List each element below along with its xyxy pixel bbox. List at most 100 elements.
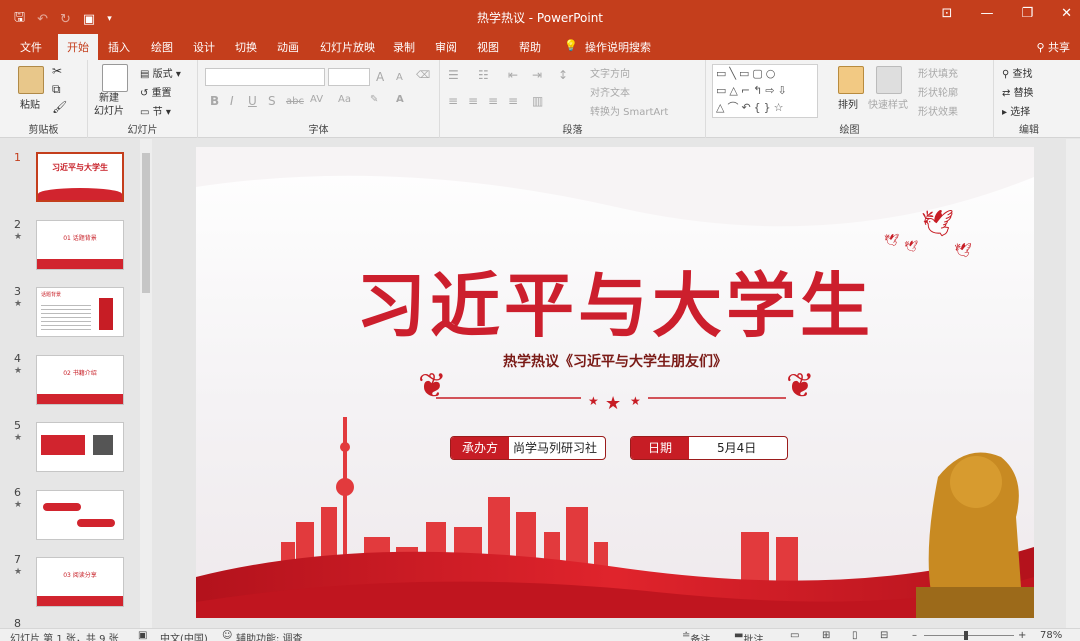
animation-star-icon: ★ xyxy=(14,500,23,510)
language-indicator[interactable]: 中文(中国) xyxy=(160,630,208,641)
tab-insert[interactable]: 插入 xyxy=(108,39,130,55)
reading-view-icon[interactable]: ▯ xyxy=(852,630,858,641)
current-slide[interactable]: ❦ ❦ ★ ★ ★ 🕊 🕊 🕊 🕊 习近平与大学生 热学热议《习近平与大学生朋友… xyxy=(196,147,1034,618)
slide-thumbnail-1[interactable]: 习近平与大学生 xyxy=(36,152,124,202)
underline-button[interactable]: U xyxy=(248,94,257,108)
shape-fill-button[interactable]: 形状填充 xyxy=(918,65,958,80)
columns-icon[interactable]: ▥ xyxy=(532,94,543,108)
format-painter-icon[interactable]: 🖌 xyxy=(52,100,67,114)
new-slide-button[interactable]: 新建 幻灯片 xyxy=(94,92,124,118)
slide-thumbnail-3[interactable]: 话题背景 xyxy=(36,287,124,337)
layout-button[interactable]: ▤ 版式 ▾ xyxy=(140,65,181,80)
organizer-field[interactable]: 承办方 尚学马列研习社 xyxy=(450,436,606,460)
change-case-button[interactable]: Aa xyxy=(338,94,351,105)
justify-icon[interactable]: ≡ xyxy=(508,94,518,108)
zoom-in-icon[interactable]: + xyxy=(1018,630,1026,641)
arrange-icon[interactable] xyxy=(838,66,864,94)
text-direction-button[interactable]: 文字方向 xyxy=(590,65,630,80)
tab-transitions[interactable]: 切换 xyxy=(235,39,257,55)
quick-styles-icon[interactable] xyxy=(876,66,902,94)
accessibility-status[interactable]: 辅助功能: 调查 xyxy=(236,630,303,641)
date-label: 日期 xyxy=(631,437,689,459)
shape-outline-button[interactable]: 形状轮廓 xyxy=(918,84,958,99)
comments-button[interactable]: ▬ 批注 xyxy=(734,630,763,641)
zoom-slider[interactable] xyxy=(924,635,1014,636)
smartart-button[interactable]: 转换为 SmartArt xyxy=(590,103,668,118)
tab-review[interactable]: 审阅 xyxy=(435,39,457,55)
font-name-combo[interactable] xyxy=(205,68,325,86)
align-right-icon[interactable]: ≡ xyxy=(488,94,498,108)
numbering-icon[interactable]: ☷ xyxy=(478,68,489,82)
tab-slideshow[interactable]: 幻灯片放映 xyxy=(320,39,375,55)
grow-font-button[interactable]: A xyxy=(376,70,384,84)
arrange-button[interactable]: 排列 xyxy=(838,96,858,111)
replace-button[interactable]: ⇄ 替换 xyxy=(1002,84,1034,99)
tab-view[interactable]: 视图 xyxy=(477,39,499,55)
slide-title[interactable]: 习近平与大学生 xyxy=(196,250,1034,351)
slide-sorter-icon[interactable]: ⊞ xyxy=(822,630,830,641)
slide-subtitle[interactable]: 热学热议《习近平与大学生朋友们》 xyxy=(196,351,1034,371)
tab-design[interactable]: 设计 xyxy=(193,39,215,55)
bold-button[interactable]: B xyxy=(210,94,219,108)
clear-format-icon[interactable]: ⌫ xyxy=(416,70,430,81)
copy-icon[interactable]: ⧉ xyxy=(52,82,61,97)
editor-scrollbar[interactable] xyxy=(1066,139,1080,628)
restore-icon[interactable]: ❐ xyxy=(1021,6,1033,21)
thumb-title: 02 书籍介绍 xyxy=(63,370,97,377)
font-color-icon[interactable]: A xyxy=(396,94,404,105)
tell-me-search[interactable]: 操作说明搜索 xyxy=(585,39,651,55)
highlight-icon[interactable]: ✎ xyxy=(370,94,378,105)
slide-thumbnail-5[interactable] xyxy=(36,422,124,472)
slide-thumbnail-6[interactable] xyxy=(36,490,124,540)
notes-button[interactable]: ≐ 备注 xyxy=(682,630,710,641)
slideshow-icon[interactable]: ⊟ xyxy=(880,630,888,641)
tab-record[interactable]: 录制 xyxy=(393,39,415,55)
animation-star-icon: ★ xyxy=(14,366,23,376)
spellcheck-icon[interactable]: ▣ xyxy=(138,630,147,641)
shadow-button[interactable]: S xyxy=(268,94,276,108)
accessibility-icon[interactable]: ☺ xyxy=(222,630,232,641)
date-field[interactable]: 日期 5月4日 xyxy=(630,436,788,460)
indent-icon[interactable]: ⇤ xyxy=(508,68,518,82)
zoom-level[interactable]: 78% xyxy=(1040,630,1062,641)
ribbon-display-icon[interactable]: ⊡ xyxy=(942,6,953,21)
tab-draw[interactable]: 绘图 xyxy=(151,39,173,55)
paste-icon[interactable] xyxy=(18,66,44,94)
align-center-icon[interactable]: ≡ xyxy=(468,94,478,108)
char-spacing-button[interactable]: AV xyxy=(310,94,323,105)
zoom-slider-handle[interactable] xyxy=(964,631,968,640)
tab-file[interactable]: 文件 xyxy=(20,39,42,55)
outdent-icon[interactable]: ⇥ xyxy=(532,68,542,82)
shapes-gallery[interactable]: ▭╲▭▢○ ▭△⌐↰⇨⇩ △⌒↶{}☆ xyxy=(712,64,818,118)
shape-effects-button[interactable]: 形状效果 xyxy=(918,103,958,118)
italic-button[interactable]: I xyxy=(230,94,234,108)
scrollbar-thumb[interactable] xyxy=(142,153,150,293)
close-icon[interactable]: ✕ xyxy=(1061,6,1072,21)
slide-thumbnail-7[interactable]: 03 阅读分享 xyxy=(36,557,124,607)
thumbnail-scrollbar[interactable] xyxy=(140,139,152,628)
tab-animations[interactable]: 动画 xyxy=(277,39,299,55)
align-left-icon[interactable]: ≡ xyxy=(448,94,458,108)
normal-view-icon[interactable]: ▭ xyxy=(790,630,799,641)
quick-styles-button[interactable]: 快速样式 xyxy=(868,96,908,111)
paste-button[interactable]: 粘贴 xyxy=(20,96,40,111)
line-spacing-icon[interactable]: ↕ xyxy=(558,68,568,82)
share-button[interactable]: ⚲ 共享 xyxy=(1036,39,1070,55)
zoom-out-icon[interactable]: – xyxy=(912,630,917,641)
bullets-icon[interactable]: ☰ xyxy=(448,68,459,82)
reset-button[interactable]: ↺ 重置 xyxy=(140,84,172,99)
align-text-button[interactable]: 对齐文本 xyxy=(590,84,630,99)
find-button[interactable]: ⚲ 查找 xyxy=(1002,65,1033,80)
tab-home[interactable]: 开始 xyxy=(58,34,98,60)
tab-help[interactable]: 帮助 xyxy=(519,39,541,55)
new-slide-icon[interactable] xyxy=(102,64,128,92)
slide-thumbnail-2[interactable]: 01 话题背景 xyxy=(36,220,124,270)
font-size-combo[interactable] xyxy=(328,68,370,86)
select-button[interactable]: ▸ 选择 xyxy=(1002,103,1030,118)
shrink-font-button[interactable]: A xyxy=(396,72,403,83)
strikethrough-button[interactable]: abc xyxy=(286,96,304,107)
section-button[interactable]: ▭ 节 ▾ xyxy=(140,103,171,118)
minimize-icon[interactable]: — xyxy=(980,6,993,21)
slide-thumbnail-4[interactable]: 02 书籍介绍 xyxy=(36,355,124,405)
cut-icon[interactable]: ✂ xyxy=(52,64,62,78)
